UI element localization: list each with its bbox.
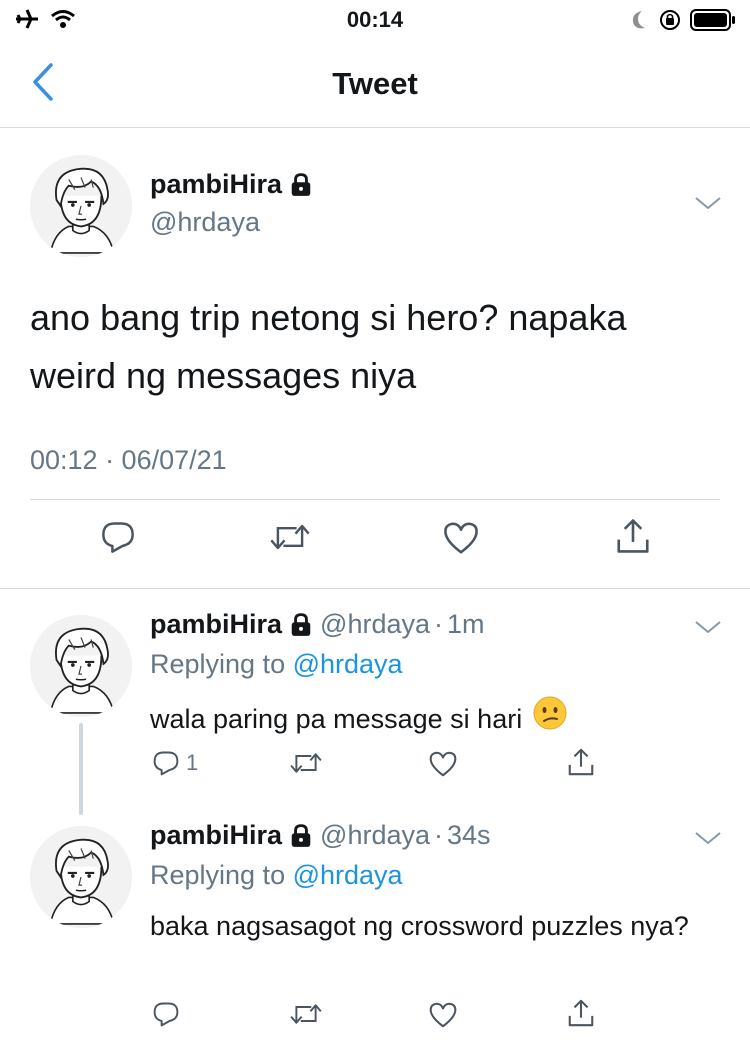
author-handle[interactable]: @hrdaya (320, 609, 430, 640)
retweet-icon (288, 749, 324, 777)
like-icon (428, 1000, 458, 1030)
tweet-actions (0, 519, 750, 569)
nav-bar: Tweet (0, 42, 750, 128)
reply-icon (100, 519, 136, 555)
share-icon (566, 747, 596, 777)
tweet-text: baka nagsasagot ng crossword puzzles nya… (150, 911, 689, 941)
replying-label: Replying to (150, 649, 286, 679)
display-name: pambiHira (150, 169, 283, 199)
reply-tweet[interactable]: pambiHira @hrdaya · 1m Replying to @hrda… (0, 589, 750, 811)
reply-header: pambiHira @hrdaya · 1m (150, 609, 485, 640)
replying-to: Replying to @hrdaya (150, 649, 403, 680)
status-bar: 00:14 (0, 0, 750, 42)
avatar[interactable] (30, 155, 132, 257)
author-name[interactable]: pambiHira (150, 169, 312, 200)
moon-icon (628, 9, 650, 36)
reply-header: pambiHira @hrdaya · 34s (150, 820, 491, 851)
tweet-actions: 1 (0, 749, 750, 793)
chevron-down-icon[interactable] (693, 619, 723, 635)
chevron-down-icon[interactable] (693, 195, 723, 211)
like-button[interactable] (442, 519, 480, 557)
reply-icon (152, 1000, 180, 1028)
reply-button[interactable] (152, 1000, 180, 1028)
share-button[interactable] (566, 747, 596, 777)
lock-icon (290, 824, 312, 848)
retweet-icon (288, 1000, 324, 1028)
tweet-text-container: wala paring pa message si hari (150, 695, 710, 742)
separator: · (434, 609, 444, 639)
retweet-icon (268, 519, 312, 555)
separator: · (434, 820, 444, 850)
tweet-age: 34s (447, 820, 491, 850)
retweet-button[interactable] (288, 1000, 324, 1028)
share-button[interactable] (566, 998, 596, 1028)
like-button[interactable] (428, 1000, 458, 1030)
replying-label: Replying to (150, 860, 286, 890)
page-title: Tweet (332, 66, 418, 101)
battery-icon (690, 8, 736, 37)
author-handle[interactable]: @hrdaya (150, 207, 260, 238)
reply-tweet[interactable]: pambiHira @hrdaya · 34s Replying to @hrd… (0, 800, 750, 1050)
tweet-actions (0, 1000, 750, 1044)
mention-link[interactable]: @hrdaya (293, 649, 403, 679)
lock-icon (290, 613, 312, 637)
tweet-timestamp[interactable]: 00:12 · 06/07/21 (30, 445, 227, 476)
retweet-button[interactable] (268, 519, 312, 555)
main-tweet: pambiHira @hrdaya ano bang trip netong s… (0, 129, 750, 589)
chevron-down-icon[interactable] (693, 830, 723, 846)
tweet-text: ano bang trip netong si hero? napaka wei… (30, 297, 627, 396)
reply-count: 1 (186, 750, 199, 775)
author-handle[interactable]: @hrdaya (320, 820, 430, 851)
orientation-lock-icon (658, 8, 682, 37)
share-button[interactable] (614, 517, 652, 555)
avatar[interactable] (30, 615, 132, 717)
tweet-age: 1m (447, 609, 485, 639)
display-name[interactable]: pambiHira (150, 820, 282, 851)
share-icon (566, 998, 596, 1028)
divider (30, 499, 720, 500)
like-icon (442, 519, 480, 557)
lock-icon (290, 173, 312, 197)
reply-icon (152, 749, 180, 777)
reply-button[interactable]: 1 (152, 749, 198, 777)
display-name[interactable]: pambiHira (150, 609, 282, 640)
status-right (628, 8, 736, 37)
like-button[interactable] (428, 749, 458, 779)
retweet-button[interactable] (288, 749, 324, 777)
replying-to: Replying to @hrdaya (150, 860, 403, 891)
confused-face-emoji (532, 695, 568, 742)
avatar[interactable] (30, 826, 132, 928)
like-icon (428, 749, 458, 779)
tweet-text: wala paring pa message si hari (150, 703, 523, 734)
mention-link[interactable]: @hrdaya (293, 860, 403, 890)
reply-button[interactable] (100, 519, 136, 555)
share-icon (614, 517, 652, 555)
